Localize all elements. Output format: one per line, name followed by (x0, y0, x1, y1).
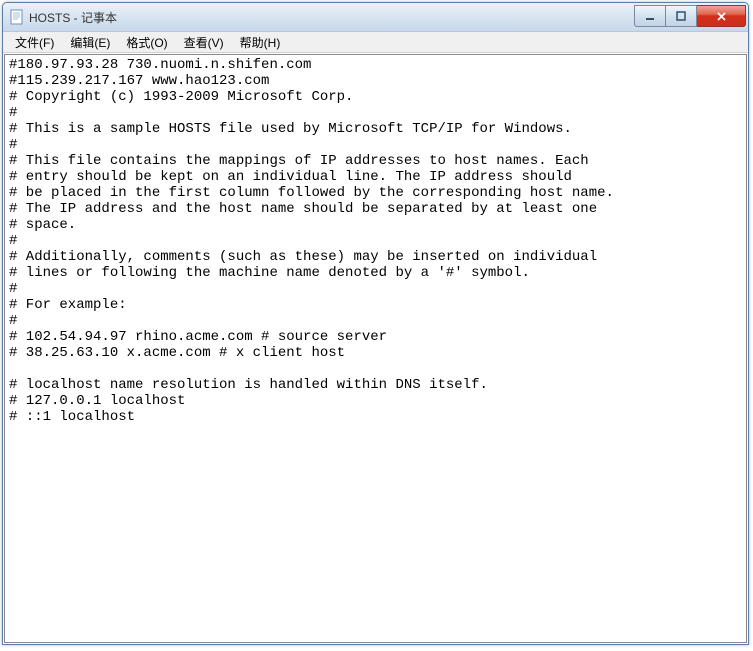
menubar: 文件(F) 编辑(E) 格式(O) 查看(V) 帮助(H) (3, 32, 748, 53)
window-frame: HOSTS - 记事本 文件(F) 编辑(E) 格式(O) 查看(V) 帮助(H… (2, 2, 749, 645)
window-title: HOSTS - 记事本 (29, 9, 634, 26)
text-content[interactable]: #180.97.93.28 730.nuomi.n.shifen.com #11… (5, 55, 746, 427)
close-button[interactable] (697, 5, 746, 27)
notepad-icon (9, 9, 25, 25)
menu-format[interactable]: 格式(O) (118, 32, 175, 53)
window-control-buttons (634, 5, 746, 25)
maximize-button[interactable] (666, 5, 697, 27)
editor-area[interactable]: #180.97.93.28 730.nuomi.n.shifen.com #11… (4, 54, 747, 643)
minimize-button[interactable] (634, 5, 666, 27)
menu-help[interactable]: 帮助(H) (232, 32, 289, 53)
menu-view[interactable]: 查看(V) (176, 32, 232, 53)
titlebar[interactable]: HOSTS - 记事本 (3, 3, 748, 32)
menu-file[interactable]: 文件(F) (7, 32, 62, 53)
menu-edit[interactable]: 编辑(E) (62, 32, 118, 53)
